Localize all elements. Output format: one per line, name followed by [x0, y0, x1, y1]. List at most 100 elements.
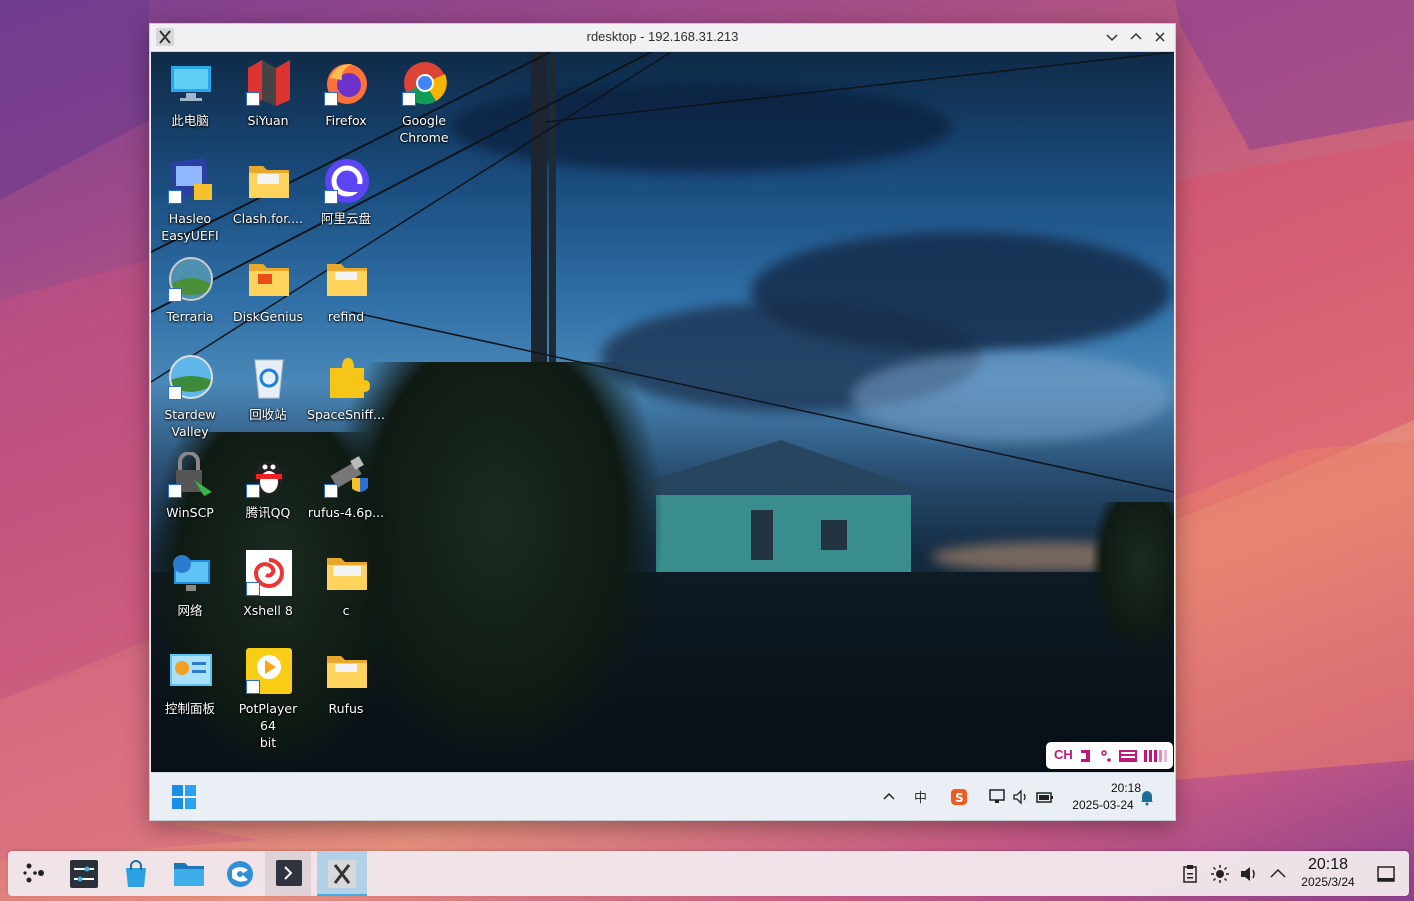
rdesktop-window: rdesktop - 192.168.31.213 此电脑 SiYuan Fir… — [149, 23, 1176, 821]
desktop-icon-rufus-folder[interactable]: Rufus — [307, 642, 385, 738]
browser-button[interactable] — [215, 851, 261, 896]
desktop-icon-label: 腾讯QQ — [245, 505, 291, 520]
input-method-icon[interactable]: 中 — [913, 788, 931, 806]
desktop-icon-label: rufus-4.6p... — [307, 505, 385, 520]
desktop-icon-stardew-valley[interactable]: Stardew Valley — [151, 348, 229, 444]
volume-icon[interactable] — [1012, 788, 1030, 806]
desktop-icon-label: DiskGenius — [232, 309, 304, 324]
svg-text:S: S — [955, 791, 964, 805]
desktop-icon-network[interactable]: 网络 — [151, 544, 229, 640]
desktop-icon-siyuan[interactable]: SiYuan — [229, 54, 307, 150]
maximize-button[interactable] — [1127, 28, 1145, 46]
host-clock-time[interactable]: 20:18 — [1293, 856, 1363, 874]
kde-launcher-icon — [23, 863, 44, 883]
desktop-icon-spacesniffer[interactable]: SpaceSniff... — [307, 348, 385, 444]
clipboard-icon[interactable] — [1180, 864, 1200, 884]
x-window-icon — [328, 860, 356, 888]
desktop-icon-potplayer[interactable]: PotPlayer 64 bit — [229, 642, 307, 750]
house-silhouette — [641, 440, 921, 578]
desktop-icon-label: 控制面板 — [164, 701, 215, 716]
shortcut-arrow-icon — [246, 92, 260, 106]
network-icon[interactable] — [988, 788, 1006, 806]
spacesniffer-icon — [330, 358, 370, 398]
windows-start-icon[interactable] — [172, 785, 196, 809]
shortcut-arrow-icon — [402, 92, 416, 106]
folder-icon — [249, 166, 289, 198]
desktop-icon-label: Clash.for.... — [232, 211, 304, 226]
remote-desktop[interactable]: 此电脑 SiYuan Firefox Google Chrome Hasleo Ea… — [151, 52, 1174, 772]
desktop-icon-firefox[interactable]: Firefox — [307, 54, 385, 150]
shortcut-arrow-icon — [324, 190, 338, 204]
control-panel-icon — [170, 654, 212, 686]
discover-button[interactable] — [111, 851, 157, 896]
show-hidden-icon[interactable] — [880, 788, 898, 806]
shortcut-arrow-icon — [168, 386, 182, 400]
remote-taskbar: 中 S 20:18 2025-03-24 — [151, 772, 1174, 820]
ime-toolbar[interactable]: CH — [1046, 742, 1173, 769]
desktop-icon-easyuefi[interactable]: Hasleo EasyUEFI — [151, 152, 229, 248]
shortcut-arrow-icon — [168, 190, 182, 204]
host-panel: 20:18 2025/3/24 — [8, 851, 1409, 896]
rdesktop-task-button[interactable] — [317, 851, 367, 896]
mode-icon[interactable] — [1079, 749, 1093, 763]
remote-clock-time[interactable]: 20:18 — [1061, 781, 1141, 795]
shortcut-arrow-icon — [246, 680, 260, 694]
desktop-icon-label: 回收站 — [249, 407, 287, 422]
desktop-icon-winscp[interactable]: WinSCP — [151, 446, 229, 542]
host-clock-date[interactable]: 2025/3/24 — [1288, 875, 1368, 889]
keyboard-icon[interactable] — [1119, 749, 1137, 763]
diskgenius-folder-icon — [249, 264, 289, 296]
desktop-icon-label: WinSCP — [166, 505, 214, 520]
terminal-icon — [276, 860, 302, 886]
settings-sliders-icon — [70, 860, 98, 888]
shortcut-arrow-icon — [324, 484, 338, 498]
desktop-icon-recycle-bin[interactable]: 回收站 — [229, 348, 307, 444]
application-launcher-button[interactable] — [11, 851, 57, 896]
minimize-button[interactable] — [1103, 28, 1121, 46]
punctuation-icon[interactable] — [1100, 749, 1114, 763]
battery-icon[interactable] — [1036, 788, 1054, 806]
desktop-icon-diskgenius[interactable]: DiskGenius — [229, 250, 307, 346]
desktop-icon-label: Stardew Valley — [164, 407, 216, 439]
svg-text:中: 中 — [914, 791, 927, 806]
desktop-icon-label: 阿里云盘 — [320, 211, 371, 226]
desktop-icon-label: SiYuan — [247, 113, 289, 128]
system-settings-button[interactable] — [59, 851, 105, 896]
desktop-icon-label: PotPlayer 64 bit — [238, 701, 298, 750]
ime-language[interactable]: CH — [1054, 747, 1073, 762]
terminal-button[interactable] — [265, 851, 311, 896]
desktop-icon-rufus-exe[interactable]: rufus-4.6p... — [307, 446, 385, 542]
folder-icon — [327, 558, 367, 590]
shortcut-arrow-icon — [246, 484, 260, 498]
close-button[interactable] — [1151, 28, 1169, 46]
desktop-icon-qq[interactable]: 腾讯QQ — [229, 446, 307, 542]
desktop-icon-label: 此电脑 — [171, 113, 209, 128]
desktop-icon-clash[interactable]: Clash.for.... — [229, 152, 307, 248]
sogou-icon[interactable]: S — [950, 788, 968, 806]
chevron-up-icon[interactable] — [1268, 864, 1288, 884]
desktop-icon-label: Google Chrome — [399, 113, 449, 145]
file-manager-button[interactable] — [163, 851, 209, 896]
folder-icon — [327, 656, 367, 688]
window-titlebar[interactable]: rdesktop - 192.168.31.213 — [150, 24, 1175, 52]
desktop-icon-label: 网络 — [177, 603, 203, 618]
brightness-icon[interactable] — [1210, 864, 1230, 884]
shortcut-arrow-icon — [168, 288, 182, 302]
desktop-icon-chrome[interactable]: Google Chrome — [385, 54, 463, 150]
bell-icon[interactable] — [1138, 788, 1156, 806]
settings-icon[interactable] — [1144, 749, 1168, 763]
desktop-icon-xshell[interactable]: Xshell 8 — [229, 544, 307, 640]
desktop-icon-terraria[interactable]: Terraria — [151, 250, 229, 346]
desktop-icon-label: c — [342, 603, 350, 618]
show-desktop-icon[interactable] — [1376, 864, 1396, 884]
desktop-icon-label: Terraria — [166, 309, 214, 324]
desktop-icon-aliyun-drive[interactable]: 阿里云盘 — [307, 152, 385, 248]
shortcut-arrow-icon — [168, 484, 182, 498]
desktop-icon-this-pc[interactable]: 此电脑 — [151, 54, 229, 150]
desktop-icon-refind[interactable]: refind — [307, 250, 385, 346]
desktop-icon-control-panel[interactable]: 控制面板 — [151, 642, 229, 738]
desktop-icon-label: Firefox — [325, 113, 367, 128]
desktop-icon-c-folder[interactable]: c — [307, 544, 385, 640]
volume-icon[interactable] — [1239, 864, 1259, 884]
recycle-bin-icon — [254, 359, 284, 399]
